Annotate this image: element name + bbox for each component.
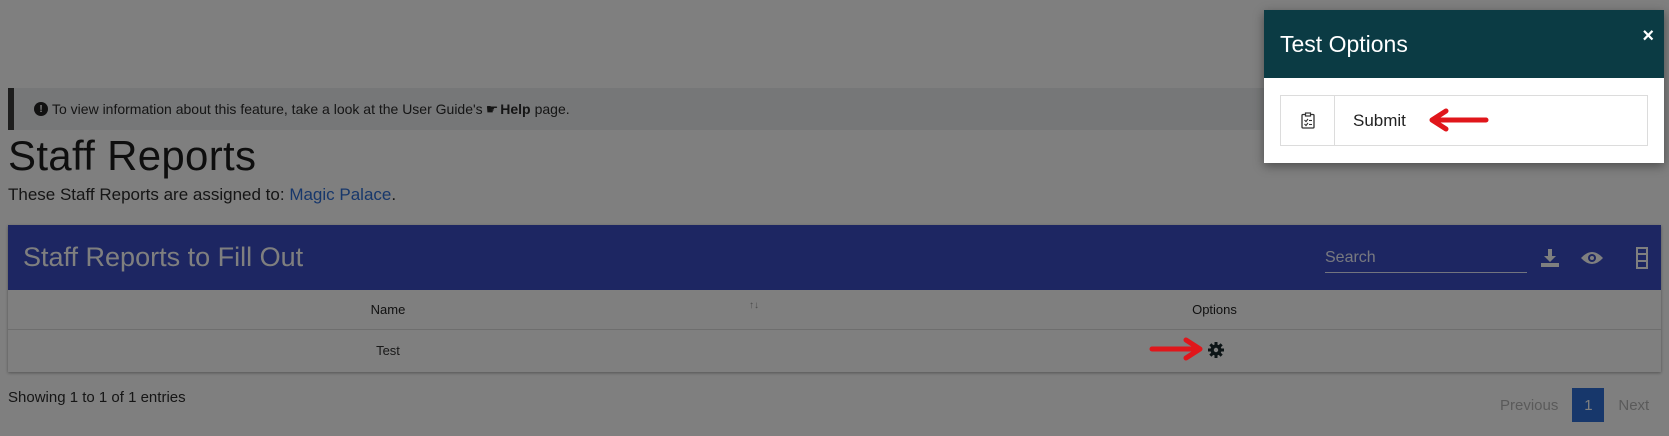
close-icon[interactable]: × xyxy=(1642,26,1654,46)
modal-title: Test Options xyxy=(1280,30,1408,57)
clipboard-check-icon xyxy=(1281,96,1335,145)
submit-option-label: Submit xyxy=(1353,110,1406,130)
modal-header: Test Options × xyxy=(1264,10,1664,78)
annotation-arrow-left-icon xyxy=(1429,108,1489,132)
annotation-arrow-right-icon xyxy=(1149,337,1203,361)
test-options-modal: Test Options × Submit xyxy=(1264,10,1664,163)
